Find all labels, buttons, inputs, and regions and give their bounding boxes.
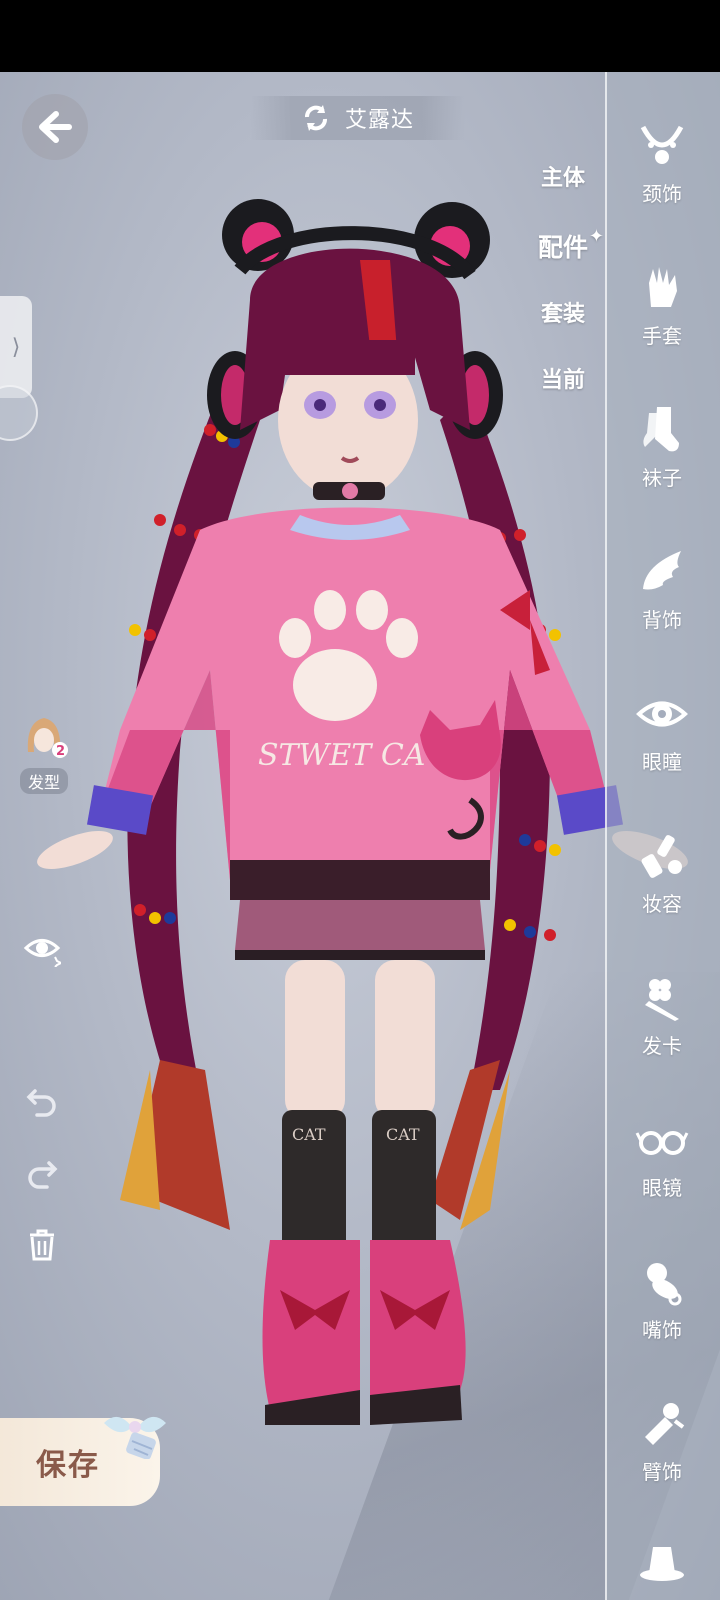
accessory-necklace[interactable]: 颈饰 (618, 116, 706, 207)
sock-text-right: CAT (386, 1125, 420, 1144)
accessory-more[interactable] (618, 1530, 706, 1590)
tab-main[interactable]: 主体 (528, 160, 598, 192)
hairstyle-label: 发型 (19, 768, 68, 794)
hairstyle-badge: 2 (56, 744, 65, 759)
accessory-arm[interactable]: 臂饰 (618, 1394, 706, 1485)
status-bar (0, 0, 720, 72)
hairpin-icon (632, 968, 692, 1028)
accessory-label: 手套 (642, 324, 682, 348)
trash-icon (30, 1229, 54, 1261)
accessory-back[interactable]: 背饰 (618, 542, 706, 633)
hairstyle-button[interactable]: 2 发型 (16, 712, 72, 794)
accessory-hairpin[interactable]: 发卡 (618, 968, 706, 1059)
tab-accessories[interactable]: 配件 ✦ (528, 226, 604, 264)
tab-accessories-label: 配件 (537, 233, 588, 262)
hat-icon (632, 1530, 692, 1590)
character-name-bar[interactable]: 艾露达 (250, 96, 465, 140)
necklace-icon (632, 116, 692, 176)
sock-icon (632, 400, 692, 460)
bow-decoration-icon (104, 1416, 166, 1459)
makeup-icon (632, 826, 692, 886)
left-boot (262, 1240, 360, 1410)
delete-button[interactable] (22, 1224, 62, 1264)
eye-icon (632, 684, 692, 744)
toggle-view-button[interactable] (22, 928, 62, 968)
back-button[interactable] (22, 94, 88, 160)
accessory-glasses[interactable]: 眼镜 (618, 1110, 706, 1201)
sparkle-icon: ✦ (588, 226, 604, 247)
hairstyle-icon: 2 (27, 718, 68, 759)
wing-icon (632, 542, 692, 602)
sweater-text: STWET CA (258, 738, 425, 773)
accessory-label: 臂饰 (642, 1460, 682, 1484)
skirt (235, 900, 485, 950)
accessory-mouth[interactable]: 嘴饰 (618, 1252, 706, 1343)
arrow-left-icon (39, 111, 72, 143)
accessory-label: 颈饰 (642, 182, 682, 206)
accessory-gloves[interactable]: 手套 (618, 258, 706, 349)
armband-icon (632, 1394, 692, 1454)
undo-icon (26, 1089, 56, 1117)
tab-current[interactable]: 当前 (528, 362, 598, 394)
skirt-band (230, 860, 490, 900)
accessory-label: 背饰 (642, 608, 682, 632)
accessory-label: 袜子 (642, 466, 682, 490)
character-name: 艾露达 (344, 108, 414, 133)
accessory-label: 嘴饰 (642, 1318, 682, 1342)
collapse-panel-tab[interactable]: ⟩ (0, 296, 32, 398)
switch-character-icon[interactable] (301, 103, 331, 133)
save-label: 保存 (36, 1448, 100, 1483)
glasses-icon (632, 1110, 692, 1170)
tab-outfits[interactable]: 套装 (528, 296, 598, 328)
accessory-label: 眼镜 (642, 1176, 682, 1200)
accessory-label: 眼瞳 (642, 750, 682, 774)
chevron-right-icon: ⟩ (11, 334, 21, 360)
redo-button[interactable] (22, 1152, 62, 1192)
redo-icon (28, 1161, 58, 1189)
sock-text-left: CAT (292, 1125, 326, 1144)
accessory-makeup[interactable]: 妆容 (618, 826, 706, 917)
accessory-eyes[interactable]: 眼瞳 (618, 684, 706, 775)
right-boot (370, 1240, 466, 1400)
accessory-label: 发卡 (642, 1034, 682, 1058)
accessory-label: 妆容 (642, 892, 682, 916)
glove-icon (632, 258, 692, 318)
accessory-socks[interactable]: 袜子 (618, 400, 706, 491)
undo-button[interactable] (22, 1080, 62, 1120)
pacifier-icon (632, 1252, 692, 1312)
eye-sparkle-icon (23, 939, 61, 967)
